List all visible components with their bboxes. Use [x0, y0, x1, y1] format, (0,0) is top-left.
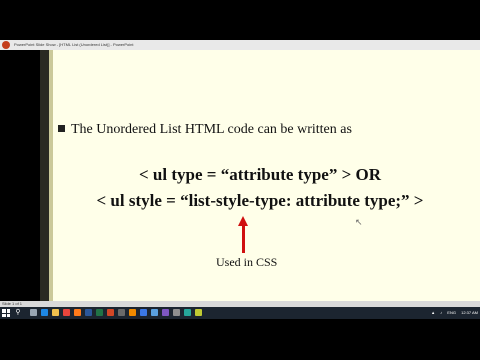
firefox-icon[interactable] — [74, 309, 81, 316]
search-icon[interactable]: ⚲ — [14, 309, 22, 317]
window-title: PowerPoint Slide Show - [HTML List (Unor… — [14, 42, 134, 47]
slide-area: The Unordered List HTML code can be writ… — [0, 50, 480, 301]
taskview-icon[interactable] — [30, 309, 37, 316]
settings-icon[interactable] — [173, 309, 180, 316]
excel-icon[interactable] — [96, 309, 103, 316]
clock[interactable]: 12:37 AM — [461, 310, 478, 315]
powerpoint-icon[interactable] — [107, 309, 114, 316]
vlc-icon[interactable] — [129, 309, 136, 316]
media-icon[interactable] — [118, 309, 125, 316]
arrow-label: Used in CSS — [216, 255, 278, 269]
code-line-2: < ul style = “list-style-type: attribute… — [96, 191, 424, 210]
network-icon[interactable]: ▲ — [431, 310, 435, 315]
start-button[interactable] — [2, 309, 10, 317]
mail-icon[interactable] — [151, 309, 158, 316]
taskbar: ⚲ ▲ ♪ ENG 12:37 AM — [0, 307, 480, 319]
app-icon[interactable] — [184, 309, 191, 316]
bullet-text: The Unordered List HTML code can be writ… — [71, 122, 352, 137]
mouse-cursor-icon: ↖ — [355, 217, 363, 227]
powerpoint-icon — [2, 41, 10, 49]
store-icon[interactable] — [140, 309, 147, 316]
slide[interactable]: The Unordered List HTML code can be writ… — [40, 50, 480, 301]
system-tray: ▲ ♪ ENG 12:37 AM — [427, 307, 478, 319]
app2-icon[interactable] — [195, 309, 202, 316]
word-icon[interactable] — [85, 309, 92, 316]
code-line-1: < ul type = “attribute type” > OR — [138, 165, 382, 184]
photos-icon[interactable] — [162, 309, 169, 316]
screen: PowerPoint Slide Show - [HTML List (Unor… — [0, 40, 480, 319]
volume-icon[interactable]: ♪ — [440, 310, 442, 315]
language-indicator[interactable]: ENG — [447, 310, 456, 315]
chrome-icon[interactable] — [63, 309, 70, 316]
bullet-square-icon — [58, 125, 65, 132]
explorer-icon[interactable] — [52, 309, 59, 316]
red-arrow-shaft — [242, 225, 245, 253]
edge-icon[interactable] — [41, 309, 48, 316]
bullet-item: The Unordered List HTML code can be writ… — [58, 122, 352, 138]
